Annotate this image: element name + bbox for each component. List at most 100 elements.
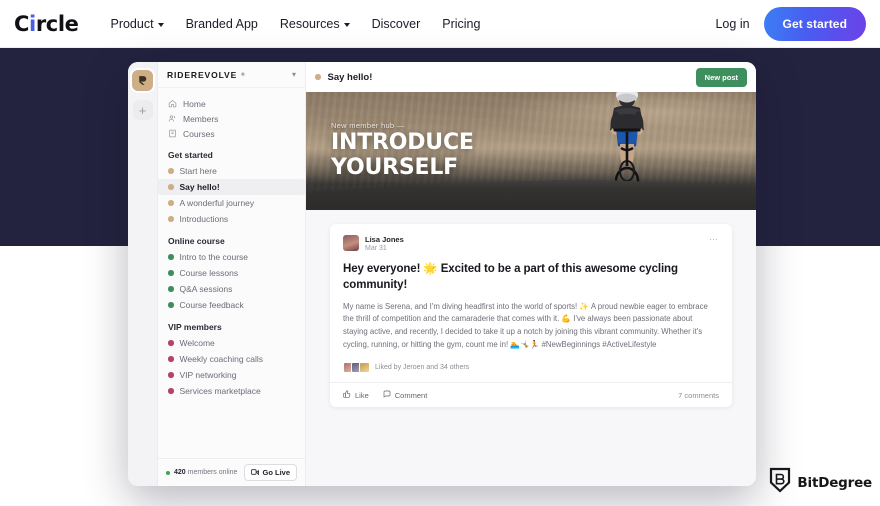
nav-right-actions: Log in Get started bbox=[715, 6, 866, 41]
sidebar-space-label: Intro to the course bbox=[179, 252, 249, 262]
circle-logo[interactable]: Circle bbox=[14, 12, 79, 36]
like-label: Like bbox=[355, 390, 369, 400]
post-actions: Like Comment 7 comments bbox=[330, 382, 732, 407]
sidebar-footer: 420 members online Go Live bbox=[158, 458, 305, 486]
sidebar-space-vip-networking[interactable]: VIP networking bbox=[158, 367, 305, 383]
space-dot-icon bbox=[168, 302, 174, 308]
comments-count[interactable]: 7 comments bbox=[678, 391, 719, 400]
sidebar-space-a-wonderful-journey[interactable]: A wonderful journey bbox=[158, 195, 305, 211]
new-post-button[interactable]: New post bbox=[695, 67, 747, 87]
space-dot-icon bbox=[168, 168, 174, 174]
space-dot-icon bbox=[168, 388, 174, 394]
workspace-rail: + bbox=[128, 62, 158, 486]
post-author-name: Lisa Jones bbox=[365, 235, 404, 244]
comment-button[interactable]: Comment bbox=[383, 390, 428, 400]
sidebar-item-home-label: Home bbox=[183, 98, 206, 109]
space-dot-icon bbox=[168, 286, 174, 292]
add-workspace-button[interactable]: + bbox=[132, 100, 153, 120]
sidebar-space-label: Course feedback bbox=[179, 300, 244, 310]
avatar[interactable] bbox=[343, 235, 359, 251]
sidebar-space-weekly-coaching-calls[interactable]: Weekly coaching calls bbox=[158, 351, 305, 367]
space-dot-icon bbox=[168, 184, 174, 190]
members-icon bbox=[168, 114, 177, 123]
members-online-status: 420 members online bbox=[174, 469, 237, 476]
post-card-body: Lisa Jones Mar 31 ⋯ Hey everyone! 🌟 Exci… bbox=[330, 224, 732, 382]
post-feed: Lisa Jones Mar 31 ⋯ Hey everyone! 🌟 Exci… bbox=[306, 210, 756, 486]
liker-avatars bbox=[343, 362, 370, 374]
sidebar-space-say-hello[interactable]: Say hello! bbox=[158, 179, 305, 195]
space-dot-icon bbox=[168, 254, 174, 260]
app-sidebar: RIDEREVOLVE ® ▾ Home Members Courses Get… bbox=[158, 62, 306, 486]
sidebar-space-label: Introductions bbox=[179, 214, 229, 224]
sidebar-space-course-feedback[interactable]: Course feedback bbox=[158, 297, 305, 313]
banner-kicker: New member hub — bbox=[331, 121, 405, 130]
sidebar-group-title-vip-members: VIP members bbox=[168, 322, 222, 332]
banner-title-line-1: INTRODUCE bbox=[331, 130, 474, 155]
space-banner-image: New member hub — INTRODUCE YOURSELF bbox=[306, 92, 756, 210]
workspace-registered-mark: ® bbox=[241, 72, 245, 77]
get-started-button[interactable]: Get started bbox=[763, 6, 866, 41]
sidebar-space-label: A wonderful journey bbox=[179, 198, 255, 208]
sidebar-space-course-lessons[interactable]: Course lessons bbox=[158, 265, 305, 281]
app-main-column: Say hello! New post New member hub — INT… bbox=[306, 62, 756, 486]
sidebar-item-courses[interactable]: Courses bbox=[158, 126, 305, 141]
sidebar-space-label: Course lessons bbox=[179, 268, 239, 278]
nav-item-branded-app-label: Branded App bbox=[185, 16, 258, 31]
sidebar-space-welcome[interactable]: Welcome bbox=[158, 335, 305, 351]
avatar bbox=[359, 362, 370, 374]
sidebar-space-services-marketplace[interactable]: Services marketplace bbox=[158, 383, 305, 399]
post-title: Hey everyone! 🌟 Excited to be a part of … bbox=[343, 263, 678, 291]
chevron-down-icon: ▾ bbox=[291, 70, 296, 79]
post-body: My name is Serena, and I'm diving headfi… bbox=[343, 301, 708, 349]
like-button[interactable]: Like bbox=[343, 390, 369, 400]
workspace-name: RIDEREVOLVE bbox=[167, 69, 238, 80]
sidebar-space-qa-sessions[interactable]: Q&A sessions bbox=[158, 281, 305, 297]
chevron-down-icon bbox=[343, 22, 350, 27]
space-dot-icon bbox=[168, 356, 174, 362]
space-dot-icon bbox=[168, 216, 174, 222]
sidebar-space-intro-to-the-course[interactable]: Intro to the course bbox=[158, 249, 305, 265]
go-live-button[interactable]: Go Live bbox=[244, 464, 297, 481]
nav-links: Product Branded App Resources Discover P… bbox=[110, 17, 480, 31]
sidebar-space-start-here[interactable]: Start here bbox=[158, 163, 305, 179]
banner-title: INTRODUCE YOURSELF bbox=[331, 130, 474, 180]
nav-item-discover[interactable]: Discover bbox=[372, 17, 421, 31]
sidebar-item-members-label: Members bbox=[183, 113, 219, 124]
space-header: Say hello! New post bbox=[306, 62, 756, 92]
space-dot-icon bbox=[168, 372, 174, 378]
nav-item-product-label: Product bbox=[110, 16, 154, 31]
more-horizontal-icon[interactable]: ⋯ bbox=[709, 235, 719, 244]
sidebar-space-label: VIP networking bbox=[179, 370, 237, 380]
post-card: Lisa Jones Mar 31 ⋯ Hey everyone! 🌟 Exci… bbox=[330, 224, 732, 408]
sidebar-space-label: Weekly coaching calls bbox=[179, 354, 263, 364]
post-header: Lisa Jones Mar 31 ⋯ bbox=[343, 235, 719, 253]
nav-item-product[interactable]: Product bbox=[110, 16, 164, 31]
post-author-block: Lisa Jones Mar 31 bbox=[365, 235, 404, 253]
sidebar-item-members[interactable]: Members bbox=[158, 111, 305, 126]
nav-item-pricing[interactable]: Pricing bbox=[442, 17, 480, 31]
bitdegree-shield-b-icon bbox=[769, 467, 791, 498]
courses-icon bbox=[168, 129, 177, 138]
members-online-count: 420 bbox=[174, 469, 186, 476]
workspace-switcher[interactable]: RIDEREVOLVE ® ▾ bbox=[158, 62, 305, 88]
comment-label: Comment bbox=[394, 390, 428, 400]
nav-item-resources[interactable]: Resources bbox=[280, 17, 350, 31]
bitdegree-watermark: BitDegree bbox=[769, 467, 872, 498]
space-dot-icon bbox=[168, 200, 174, 206]
go-live-label: Go Live bbox=[262, 468, 290, 477]
nav-item-branded-app[interactable]: Branded App bbox=[186, 17, 258, 31]
sidebar-space-label: Start here bbox=[179, 166, 217, 176]
sidebar-space-introductions[interactable]: Introductions bbox=[158, 211, 305, 227]
sidebar-item-home[interactable]: Home bbox=[158, 96, 305, 111]
log-in-link[interactable]: Log in bbox=[715, 17, 749, 31]
sidebar-body: Home Members Courses Get started Start h… bbox=[158, 88, 305, 458]
nav-item-resources-label: Resources bbox=[279, 16, 340, 31]
page-root: Circle Product Branded App Resources Dis… bbox=[0, 0, 880, 506]
space-dot-icon bbox=[168, 270, 174, 276]
sidebar-group-title-online-course: Online course bbox=[168, 236, 225, 246]
app-preview-window: + RIDEREVOLVE ® ▾ Home Members Courses G… bbox=[128, 62, 756, 486]
bitdegree-wordmark: BitDegree bbox=[797, 474, 872, 491]
top-navigation-bar: Circle Product Branded App Resources Dis… bbox=[0, 0, 880, 48]
riderevolve-r-logo-icon[interactable] bbox=[132, 70, 153, 91]
post-likes-row: Liked by Jeroen and 34 others bbox=[343, 362, 719, 382]
